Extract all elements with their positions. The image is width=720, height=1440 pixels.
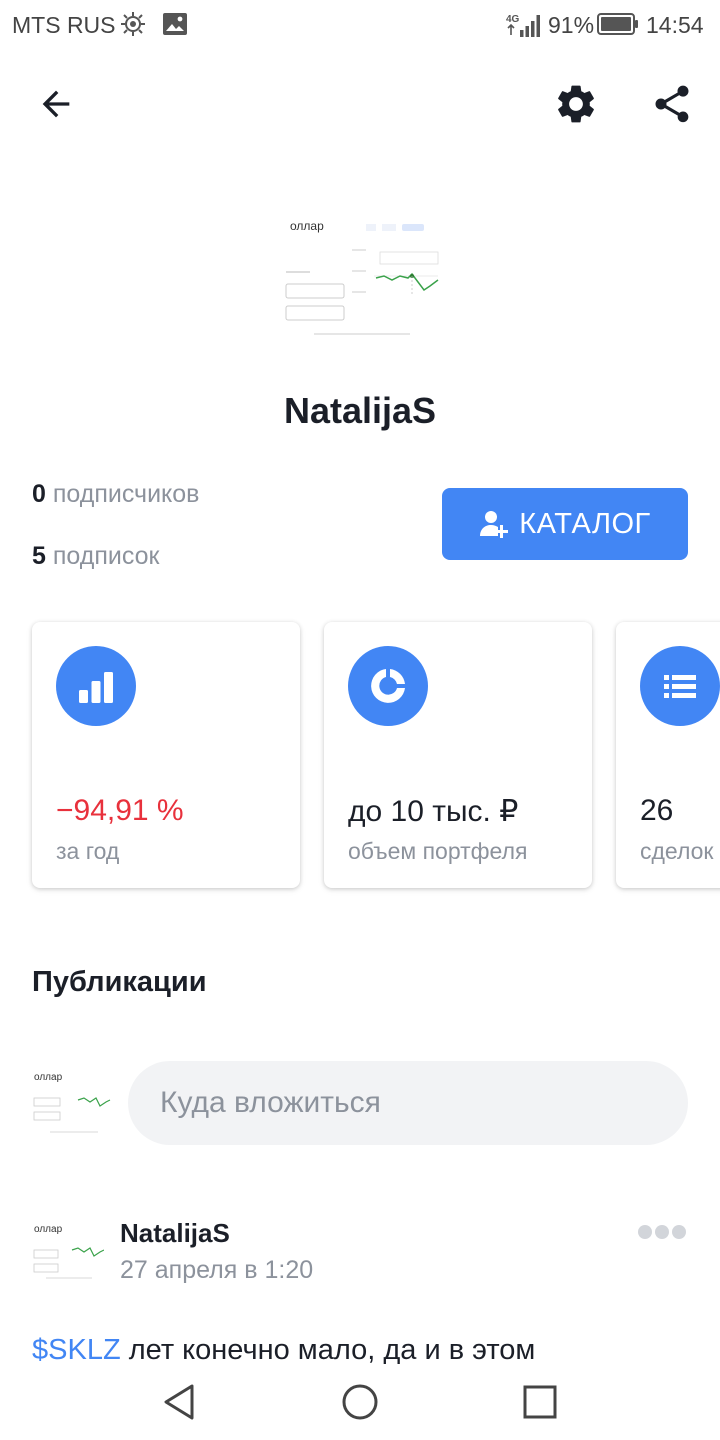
nav-home-button[interactable] — [332, 1376, 388, 1428]
deals-label: сделок — [640, 838, 714, 864]
battery-icon — [597, 13, 638, 35]
yield-value: −94,91 % — [56, 794, 184, 827]
share-button[interactable] — [644, 76, 700, 132]
svg-text:4G: 4G — [506, 14, 520, 25]
gallery-notification-icon — [163, 13, 187, 35]
yield-card[interactable]: −94,91 % за год — [32, 622, 300, 888]
post-more-button[interactable] — [638, 1220, 690, 1244]
following-stat[interactable]: 5 подписок — [32, 542, 159, 571]
yield-label: за год — [56, 838, 120, 864]
carrier-label: MTS RUS — [12, 12, 116, 38]
bar-chart-icon — [56, 646, 136, 726]
back-button[interactable] — [28, 76, 84, 132]
svg-text:оллар: оллар — [290, 219, 324, 233]
dot-icon — [638, 1225, 652, 1239]
profile-avatar: оллар — [284, 216, 440, 344]
post-date: 27 апреля в 1:20 — [120, 1256, 314, 1284]
following-label: подписок — [52, 542, 160, 570]
post-author-name[interactable]: NatalijaS — [120, 1218, 230, 1249]
svg-text:оллар: оллар — [34, 1072, 63, 1083]
gear-icon — [558, 85, 594, 123]
deals-value: 26 — [640, 794, 674, 827]
post-ticker-link[interactable]: $SKLZ — [32, 1334, 121, 1364]
screen: MTS RUS 4G 91% 14:54 оллар NatalijaS 0 п… — [0, 0, 720, 1440]
followers-label: подписчиков — [52, 480, 200, 508]
portfolio-size-label: объем портфеля — [348, 838, 528, 864]
square-recents-icon — [523, 1385, 557, 1419]
status-bar: MTS RUS 4G 91% 14:54 — [0, 0, 720, 50]
publications-title: Публикации — [32, 966, 207, 998]
arrow-back-icon — [42, 90, 70, 118]
portfolio-size-card[interactable]: до 10 тыс. ₽ объем портфеля — [324, 622, 592, 888]
svg-text:оллар: оллар — [34, 1224, 63, 1235]
post-text: $SKLZ лет конечно мало, да и в этом — [32, 1330, 692, 1364]
share-icon — [655, 85, 689, 123]
profile-name: NatalijaS — [283, 390, 437, 431]
catalog-button-label: КАТАЛОГ — [519, 507, 651, 540]
carrier-logo-icon — [121, 12, 145, 36]
nav-back-button[interactable] — [152, 1376, 208, 1428]
nav-recents-button[interactable] — [512, 1376, 568, 1428]
dot-icon — [672, 1225, 686, 1239]
signal-strength-icon: 4G — [506, 14, 540, 37]
battery-percent: 91% — [548, 12, 595, 38]
followers-count: 0 — [32, 480, 46, 508]
donut-chart-icon — [348, 646, 428, 726]
post-author-avatar[interactable]: оллар — [32, 1220, 104, 1284]
system-nav-bar — [0, 1364, 720, 1440]
add-person-icon — [480, 511, 509, 538]
list-icon — [640, 646, 720, 726]
dot-icon — [655, 1225, 669, 1239]
catalog-button[interactable]: КАТАЛОГ — [442, 488, 688, 560]
circle-home-icon — [342, 1384, 378, 1420]
compose-avatar: оллар — [33, 1072, 111, 1133]
portfolio-size-value: до 10 тыс. ₽ — [348, 795, 519, 828]
deals-card[interactable]: 26 сделок — [616, 622, 720, 888]
followers-stat[interactable]: 0 подписчиков — [32, 480, 199, 509]
clock: 14:54 — [646, 12, 704, 38]
post-body: лет конечно мало, да и в этом — [120, 1334, 536, 1364]
compose-post-input[interactable]: Куда вложиться — [128, 1061, 688, 1145]
following-count: 5 — [32, 542, 46, 570]
triangle-back-icon — [164, 1384, 194, 1420]
settings-button[interactable] — [548, 76, 604, 132]
